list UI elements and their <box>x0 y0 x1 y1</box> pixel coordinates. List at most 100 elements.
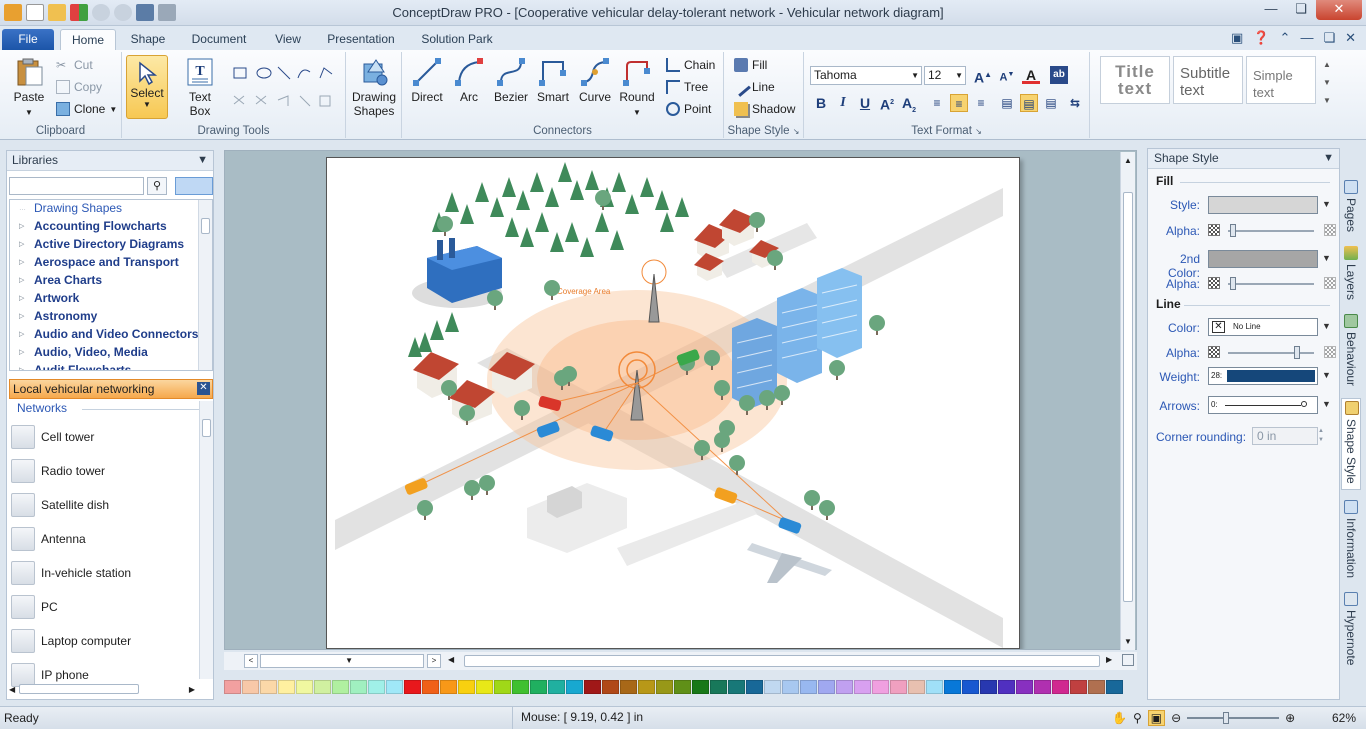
tree-item-active-directory[interactable]: ▷ Active Directory Diagrams <box>10 236 212 254</box>
restore-doc-icon[interactable]: ❏ <box>1323 30 1335 46</box>
color-swatch[interactable] <box>512 680 529 694</box>
color-swatch[interactable] <box>1088 680 1105 694</box>
tree-item-audio-video-media[interactable]: ▷ Audio, Video, Media <box>10 344 212 362</box>
color-swatch[interactable] <box>674 680 691 694</box>
pin-icon[interactable]: ▼ <box>197 151 208 170</box>
library-item-satellite-dish[interactable]: Satellite dish <box>9 490 199 520</box>
color-swatch[interactable] <box>656 680 673 694</box>
tab-view[interactable]: View <box>266 29 310 50</box>
help-icon[interactable]: ❓ <box>1253 30 1269 46</box>
styles-scroll[interactable]: ▲ ▼ ▼ <box>1320 56 1334 112</box>
tab-information[interactable]: Information <box>1341 498 1361 584</box>
close-library-icon[interactable]: ✕ <box>197 382 210 395</box>
minimize-doc-icon[interactable]: — <box>1300 30 1313 46</box>
text-box-button[interactable]: T Text Box <box>178 56 222 118</box>
vehicular-network-diagram[interactable]: Coverage Area <box>327 158 1019 648</box>
close-button[interactable]: ✕ <box>1316 0 1362 20</box>
color-swatch[interactable] <box>332 680 349 694</box>
color-swatch[interactable] <box>980 680 997 694</box>
grow-font-icon[interactable]: A▲ <box>974 66 992 86</box>
align-top-icon[interactable]: ▤ <box>998 94 1016 112</box>
color-swatch[interactable] <box>494 680 511 694</box>
tab-behaviour[interactable]: Behaviour <box>1341 312 1361 392</box>
color-swatch[interactable] <box>944 680 961 694</box>
diagram-page[interactable]: Coverage Area <box>326 157 1020 649</box>
align-left-icon[interactable]: ≡ <box>928 94 946 112</box>
color-swatch[interactable] <box>692 680 709 694</box>
color-swatch[interactable] <box>962 680 979 694</box>
library-item-antenna[interactable]: Antenna <box>9 524 199 554</box>
line-button[interactable]: Line <box>731 77 775 97</box>
tab-document[interactable]: Document <box>184 29 254 50</box>
text-direction-icon[interactable]: ⇆ <box>1066 94 1084 112</box>
color-swatch[interactable] <box>242 680 259 694</box>
font-size-select[interactable]: 12 ▼ <box>924 66 966 85</box>
canvas-vertical-scrollbar[interactable]: ▲ ▼ <box>1120 152 1135 650</box>
drawing-canvas[interactable]: Coverage Area <box>224 150 1137 650</box>
smart-connector-button[interactable]: Smart <box>534 56 572 104</box>
clone-button[interactable]: Clone ▼ <box>56 102 117 116</box>
curve-connector-button[interactable]: Curve <box>576 56 614 104</box>
color-swatch[interactable] <box>584 680 601 694</box>
color-swatch[interactable] <box>278 680 295 694</box>
align-center-icon[interactable]: ≡ <box>950 94 968 112</box>
copy-button[interactable]: Copy <box>56 80 102 94</box>
line-weight-dropdown-icon[interactable]: ▼ <box>1322 370 1331 380</box>
subscript-icon[interactable]: A2 <box>900 94 918 114</box>
zoom-out-icon[interactable]: ⊖ <box>1171 711 1181 725</box>
color-swatch[interactable] <box>710 680 727 694</box>
second-color-dropdown-icon[interactable]: ▼ <box>1322 253 1331 263</box>
arrows-select[interactable]: 0: <box>1208 396 1318 414</box>
scroll-left-icon[interactable]: ◀ <box>448 655 454 664</box>
zoom-area-icon[interactable]: ⚲ <box>1133 711 1142 725</box>
color-swatch[interactable] <box>1070 680 1087 694</box>
second-color-select[interactable] <box>1208 250 1318 268</box>
tree-button[interactable]: Tree <box>666 80 708 94</box>
color-swatch[interactable] <box>530 680 547 694</box>
color-swatch[interactable] <box>602 680 619 694</box>
color-swatch[interactable] <box>260 680 277 694</box>
color-swatch[interactable] <box>926 680 943 694</box>
library-view-toggle[interactable] <box>175 177 213 195</box>
drawing-primitives-icons[interactable] <box>232 64 342 114</box>
color-swatch[interactable] <box>1034 680 1051 694</box>
color-swatch[interactable] <box>908 680 925 694</box>
text-format-launcher-icon[interactable]: ↘ <box>975 127 982 136</box>
second-alpha-slider[interactable] <box>1228 277 1314 290</box>
tree-item-astronomy[interactable]: ▷ Astronomy <box>10 308 212 326</box>
line-color-dropdown-icon[interactable]: ▼ <box>1322 321 1331 331</box>
next-page-button[interactable]: > <box>427 654 441 668</box>
color-swatch[interactable] <box>638 680 655 694</box>
round-connector-button[interactable]: Round ▼ <box>616 56 658 118</box>
dialog-launcher-icon[interactable]: ↘ <box>793 127 800 136</box>
tab-presentation[interactable]: Presentation <box>320 29 402 50</box>
prev-page-button[interactable]: < <box>244 654 258 668</box>
color-swatch[interactable] <box>872 680 889 694</box>
color-swatch[interactable] <box>314 680 331 694</box>
color-swatch[interactable] <box>440 680 457 694</box>
fill-style-select[interactable] <box>1208 196 1318 214</box>
color-swatch[interactable] <box>800 680 817 694</box>
library-item-in-vehicle-station[interactable]: In-vehicle station <box>9 558 199 588</box>
search-button[interactable]: ⚲ <box>147 177 167 195</box>
hand-tool-icon[interactable]: ✋ <box>1112 711 1127 725</box>
tree-item-drawing-shapes[interactable]: … Drawing Shapes <box>10 200 212 218</box>
active-library-header[interactable]: Local vehicular networking ✕ <box>9 379 213 399</box>
tab-home[interactable]: Home <box>60 29 116 50</box>
scroll-right-icon[interactable]: ▶ <box>1106 655 1112 664</box>
color-swatch[interactable] <box>422 680 439 694</box>
maximize-button[interactable]: ❏ <box>1286 0 1316 20</box>
color-swatch[interactable] <box>224 680 241 694</box>
tree-item-audio-video-connectors[interactable]: ▷ Audio and Video Connectors <box>10 326 212 344</box>
office-buildings[interactable] <box>732 268 862 408</box>
library-item-radio-tower[interactable]: Radio tower <box>9 456 199 486</box>
color-swatch[interactable] <box>458 680 475 694</box>
tab-solution-park[interactable]: Solution Park <box>414 29 500 50</box>
color-swatch[interactable] <box>764 680 781 694</box>
line-color-select[interactable]: ✕ No Line <box>1208 318 1318 336</box>
tab-pages[interactable]: Pages <box>1341 178 1361 238</box>
shapes-scrollbar[interactable] <box>199 401 213 679</box>
bold-icon[interactable]: B <box>812 94 830 112</box>
direct-connector-button[interactable]: Direct <box>408 56 446 104</box>
select-button[interactable]: Select ▼ <box>126 55 168 119</box>
